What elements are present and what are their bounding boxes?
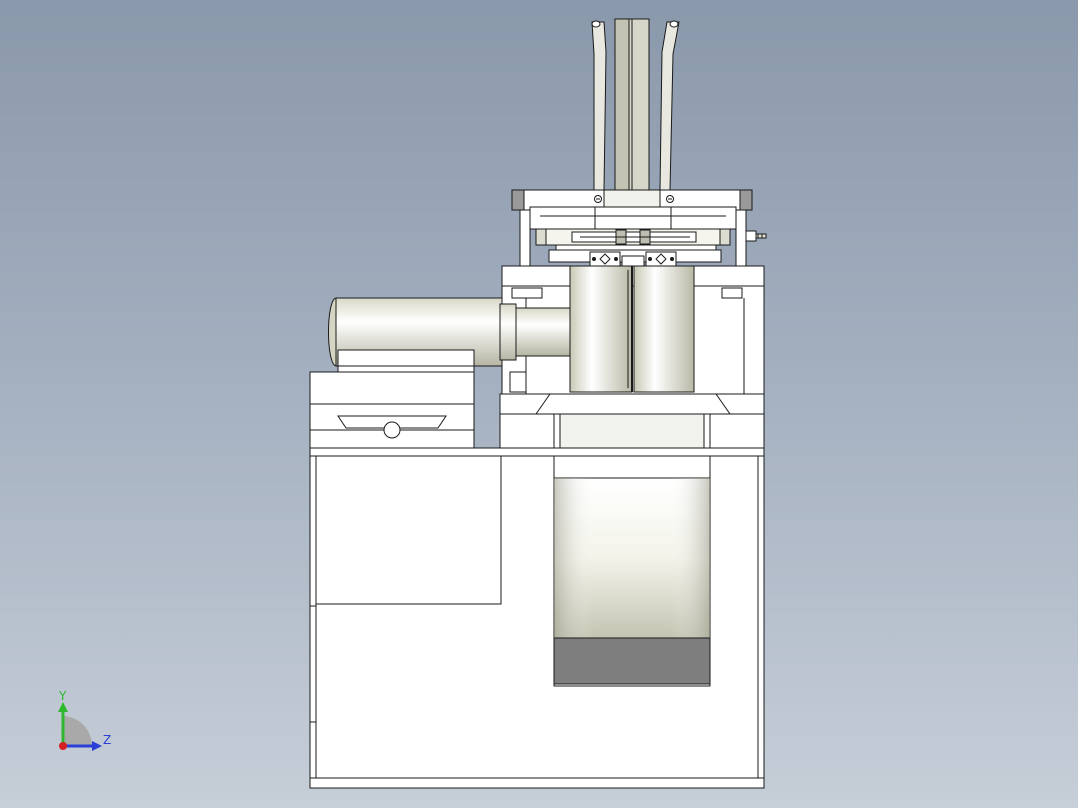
y-axis-arrow (58, 702, 68, 712)
x-axis-dot (59, 742, 67, 750)
z-axis-label: Z (103, 733, 111, 747)
side-screw (745, 230, 767, 242)
flange (499, 393, 765, 449)
left-tube (591, 20, 607, 191)
assembly-drawing: Y Z (58, 18, 767, 789)
y-axis-label: Y (58, 689, 67, 703)
cad-viewport[interactable]: Y Z (0, 0, 1078, 808)
view-triad: Y Z (58, 689, 111, 751)
right-tube (659, 20, 680, 191)
center-column (614, 18, 650, 210)
triad-arc (62, 716, 92, 746)
vertical-cylinders (569, 265, 695, 393)
z-axis-arrow (92, 741, 102, 751)
collection-bowl (553, 455, 711, 687)
